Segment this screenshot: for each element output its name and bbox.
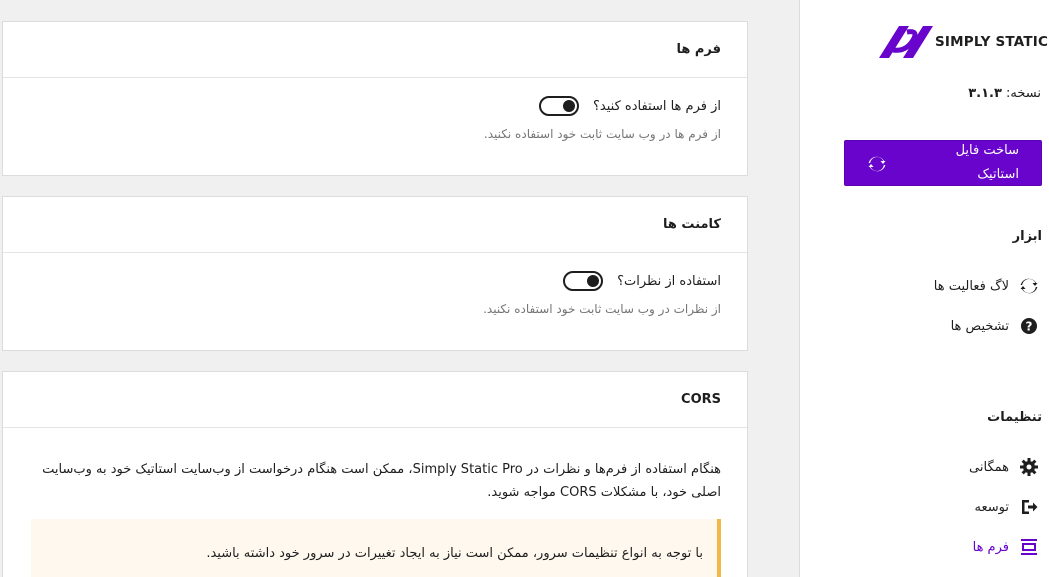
sidebar-item-deploy[interactable]: توسعه xyxy=(975,495,1039,519)
use-comments-toggle[interactable] xyxy=(563,271,604,291)
sidebar-item-label: توسعه xyxy=(974,499,1009,515)
forms-toggle-label: از فرم ها استفاده کنید؟ xyxy=(593,98,721,114)
forms-settings-card: فرم ها از فرم ها استفاده کنید؟ از فرم ها… xyxy=(2,21,748,176)
sidebar-item-label: فرم ها xyxy=(972,539,1009,555)
svg-text:?: ? xyxy=(1026,320,1033,334)
simply-static-logo-icon xyxy=(879,26,933,58)
version-number: ۳.۱.۳ xyxy=(968,86,1002,101)
sidebar-item-label: تشخیص ها xyxy=(950,318,1009,334)
sidebar: SIMPLY STATIC نسخه: ۳.۱.۳ ساخت فایل استا… xyxy=(799,0,1049,577)
comments-help-text: از نظرات در وب سایت ثابت خود استفاده نکن… xyxy=(483,302,721,316)
sidebar-item-label: همگانی xyxy=(969,459,1009,475)
toggle-knob xyxy=(587,275,600,287)
sync-icon xyxy=(1020,278,1038,294)
version-label: نسخه: xyxy=(1006,86,1041,101)
forms-toggle-row: از فرم ها استفاده کنید؟ xyxy=(539,96,721,116)
cors-description: هنگام استفاده از فرم‌ها و نظرات در Simpl… xyxy=(42,462,721,500)
generate-button-label: ساخت فایل استاتیک xyxy=(955,143,1019,182)
simply-static-logo[interactable]: SIMPLY STATIC xyxy=(879,26,1048,60)
cors-settings-card: CORS هنگام استفاده از فرم‌ها و نظرات در … xyxy=(2,371,748,577)
card-title: فرم ها xyxy=(3,22,747,78)
export-icon xyxy=(1022,500,1038,514)
sidebar-item-diagnostics[interactable]: ? تشخیص ها xyxy=(951,314,1039,338)
cors-warning-notice: با توجه به انواع تنظیمات سرور، ممکن است … xyxy=(31,519,721,577)
logo-text: SIMPLY STATIC xyxy=(935,34,1049,50)
settings-section-title: تنظیمات xyxy=(987,410,1042,425)
card-title: کامنت ها xyxy=(3,197,747,253)
version-info: نسخه: ۳.۱.۳ xyxy=(968,86,1041,101)
sidebar-item-general[interactable]: همگانی xyxy=(969,455,1039,479)
comments-toggle-label: استفاده از نظرات؟ xyxy=(617,273,721,289)
sync-icon xyxy=(868,156,886,172)
help-circle-icon: ? xyxy=(1021,318,1037,334)
tools-section-title: ابزار xyxy=(1012,229,1042,244)
form-icon xyxy=(1021,539,1037,555)
comments-settings-card: کامنت ها استفاده از نظرات؟ از نظرات در و… xyxy=(2,196,748,351)
sidebar-item-forms[interactable]: فرم ها xyxy=(973,535,1039,559)
comments-toggle-row: استفاده از نظرات؟ xyxy=(563,271,721,291)
use-forms-toggle[interactable] xyxy=(539,96,579,116)
toggle-knob xyxy=(563,100,575,112)
sidebar-item-activity-log[interactable]: لاگ فعالیت ها xyxy=(934,274,1039,298)
generate-static-files-button[interactable]: ساخت فایل استاتیک xyxy=(844,140,1042,186)
notice-text: با توجه به انواع تنظیمات سرور، ممکن است … xyxy=(206,546,703,561)
forms-help-text: از فرم ها در وب سایت ثابت خود استفاده نک… xyxy=(483,127,721,141)
card-title: CORS xyxy=(3,372,747,428)
sidebar-item-label: لاگ فعالیت ها xyxy=(933,278,1009,294)
gear-icon xyxy=(1020,458,1038,476)
